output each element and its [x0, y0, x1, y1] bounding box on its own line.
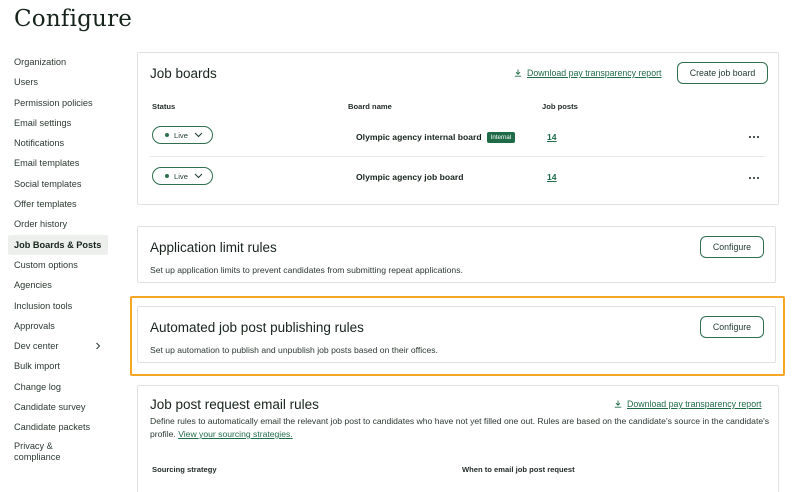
more-horizontal-icon[interactable]	[749, 135, 759, 139]
sidebar-item-label: Dev center	[14, 341, 59, 352]
sidebar-item-social-templates[interactable]: Social templates	[8, 174, 108, 194]
sidebar-item-organization[interactable]: Organization	[8, 52, 108, 72]
col-sourcing-strategy: Sourcing strategy	[152, 465, 217, 474]
board-name: Olympic agency internal board Internal	[356, 132, 516, 143]
job-boards-title: Job boards	[150, 66, 217, 81]
status-label: Live	[174, 171, 188, 181]
sidebar-item-job-boards-posts[interactable]: Job Boards & Posts	[8, 234, 108, 255]
status-dropdown[interactable]: Live	[152, 126, 213, 144]
application-limit-card: Application limit rules Set up applicati…	[137, 226, 776, 283]
download-pay-report-link[interactable]: Download pay transparency report	[614, 399, 761, 409]
sidebar-item-privacy-compliance[interactable]: Privacy & compliance	[8, 438, 78, 464]
sidebar-item-candidate-packets[interactable]: Candidate packets	[8, 417, 108, 437]
download-pay-report-link[interactable]: Download pay transparency report	[514, 68, 661, 78]
request-email-card: Job post request email rules Download pa…	[137, 385, 779, 492]
internal-badge: Internal	[486, 132, 516, 143]
col-board-name: Board name	[348, 102, 392, 111]
status-label: Live	[174, 130, 188, 140]
live-dot	[165, 133, 169, 137]
application-limit-description: Set up application limits to prevent can…	[150, 265, 463, 275]
job-posts-count-link[interactable]: 14	[547, 172, 557, 182]
job-posts-count-link[interactable]: 14	[547, 132, 557, 142]
view-sourcing-strategies-link[interactable]: View your sourcing strategies.	[178, 429, 292, 439]
row-divider	[150, 156, 766, 157]
more-horizontal-icon[interactable]	[749, 176, 759, 180]
sidebar-item-notifications[interactable]: Notifications	[8, 133, 108, 153]
sidebar-item-approvals[interactable]: Approvals	[8, 316, 108, 336]
col-status: Status	[152, 102, 176, 111]
board-name-label: Olympic agency internal board	[356, 132, 482, 142]
sidebar-item-candidate-survey[interactable]: Candidate survey	[8, 397, 108, 417]
request-email-title: Job post request email rules	[150, 397, 319, 412]
col-job-posts: Job posts	[542, 102, 578, 111]
download-link-label: Download pay transparency report	[527, 68, 662, 78]
sidebar-item-users[interactable]: Users	[8, 72, 108, 92]
live-dot	[165, 174, 169, 178]
highlight-frame	[130, 296, 785, 376]
sidebar-item-offer-templates[interactable]: Offer templates	[8, 194, 108, 214]
page-title: Configure	[14, 6, 133, 32]
board-name: Olympic agency job board	[356, 172, 464, 182]
sidebar-item-dev-center[interactable]: Dev center	[8, 336, 108, 356]
application-limit-title: Application limit rules	[150, 240, 277, 255]
sidebar-item-agencies[interactable]: Agencies	[8, 275, 108, 295]
sidebar-item-email-templates[interactable]: Email templates	[8, 153, 108, 173]
sidebar-item-inclusion-tools[interactable]: Inclusion tools	[8, 296, 108, 316]
sidebar-item-bulk-import[interactable]: Bulk import	[8, 356, 108, 376]
sidebar-item-email-settings[interactable]: Email settings	[8, 113, 108, 133]
col-when-to-email: When to email job post request	[462, 465, 575, 474]
sidebar-item-change-log[interactable]: Change log	[8, 377, 108, 397]
request-email-description: Define rules to automatically email the …	[150, 415, 770, 441]
chevron-right-icon	[96, 342, 101, 350]
download-link-label: Download pay transparency report	[627, 399, 762, 409]
sidebar-item-custom-options[interactable]: Custom options	[8, 255, 108, 275]
configure-application-limit-button[interactable]: Configure	[700, 236, 764, 258]
download-icon	[614, 400, 622, 408]
job-boards-card: Job boards Download pay transparency rep…	[137, 52, 779, 205]
sidebar: Organization Users Permission policies E…	[8, 52, 108, 464]
sidebar-item-order-history[interactable]: Order history	[8, 214, 108, 234]
chevron-down-icon	[194, 132, 203, 138]
sidebar-item-permission-policies[interactable]: Permission policies	[8, 93, 108, 113]
download-icon	[514, 69, 522, 77]
chevron-down-icon	[194, 173, 203, 179]
status-dropdown[interactable]: Live	[152, 167, 213, 185]
create-job-board-button[interactable]: Create job board	[677, 62, 768, 84]
